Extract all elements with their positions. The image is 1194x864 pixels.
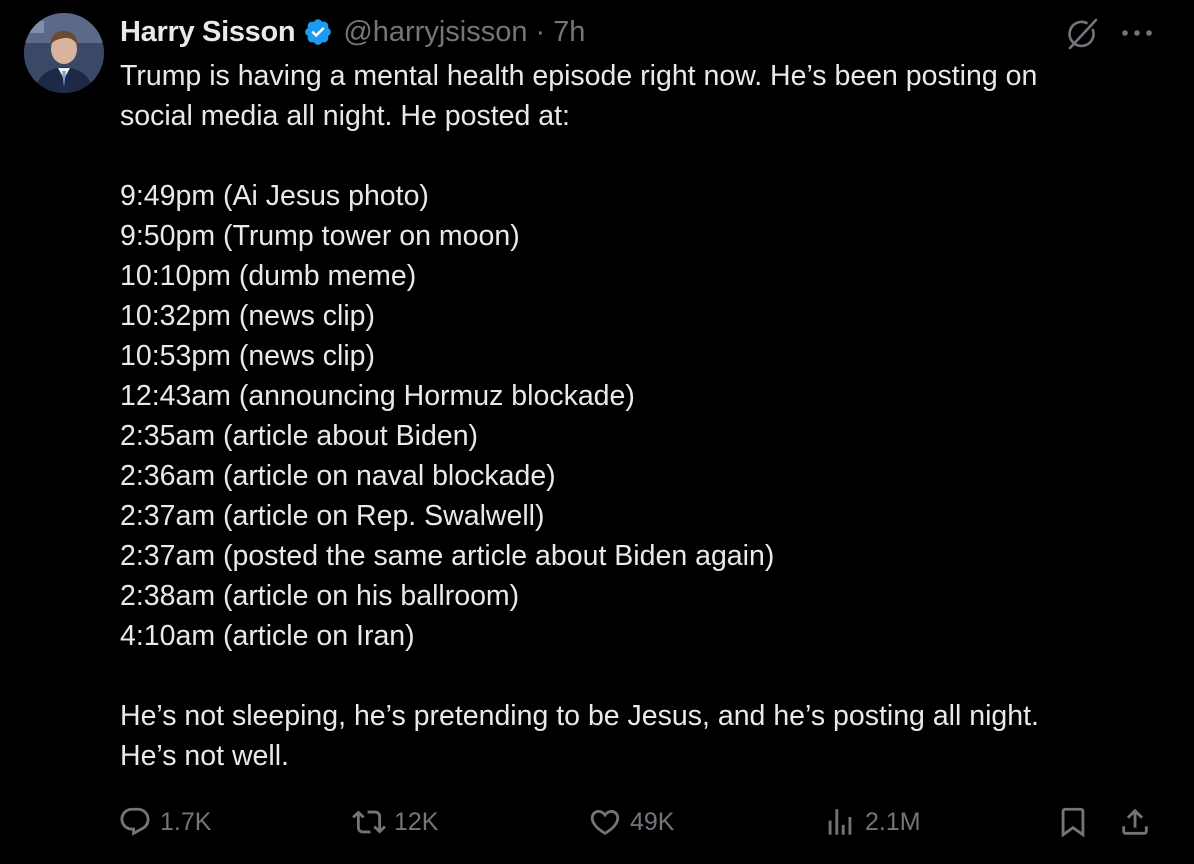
timeline-entry: 9:50pm (Trump tower on moon) xyxy=(120,220,520,252)
author-name[interactable]: Harry Sisson xyxy=(120,16,296,49)
separator-dot: · xyxy=(535,15,546,48)
like-button[interactable]: 49K xyxy=(588,800,674,844)
share-icon xyxy=(1122,808,1148,835)
timeline-entry: 9:49pm (Ai Jesus photo) xyxy=(120,180,429,212)
reply-button[interactable]: 1.7K xyxy=(118,800,211,844)
timeline-entry: 10:10pm (dumb meme) xyxy=(120,260,417,292)
tweet-text-line: social media all night. He posted at: xyxy=(120,100,570,132)
heart-icon xyxy=(590,809,620,835)
views-button[interactable]: 2.1M xyxy=(823,800,921,844)
action-bar: 1.7K 12K 49K 2.1M xyxy=(0,800,1194,844)
timeline-entry: 10:32pm (news clip) xyxy=(120,300,376,332)
tweet: Harry Sisson @harryjsisson · 7h Trump is… xyxy=(0,0,1194,864)
bookmark-icon xyxy=(1061,807,1085,838)
reply-count: 1.7K xyxy=(160,807,212,836)
post-time[interactable]: 7h xyxy=(553,16,585,49)
tweet-text-line: He’s not sleeping, he’s pretending to be… xyxy=(120,700,1039,732)
grok-icon[interactable] xyxy=(1063,15,1101,53)
timeline-entry: 2:37am (article on Rep. Swalwell) xyxy=(120,500,545,532)
tweet-text-line: He’s not well. xyxy=(120,740,289,772)
views-count: 2.1M xyxy=(865,807,921,836)
timeline-entry: 4:10am (article on Iran) xyxy=(120,620,415,652)
repost-count: 12K xyxy=(394,807,439,836)
timeline-entry: 10:53pm (news clip) xyxy=(120,340,376,372)
avatar-photo xyxy=(24,13,104,93)
timeline-entry: 2:35am (article about Biden) xyxy=(120,420,479,452)
tweet-body: Trump is having a mental health episode … xyxy=(120,56,1160,776)
timeline-entry: 2:36am (article on naval blockade) xyxy=(120,460,556,492)
timeline-entry: 12:43am (announcing Hormuz blockade) xyxy=(120,380,635,412)
tweet-text-line: Trump is having a mental health episode … xyxy=(120,60,1038,92)
verified-badge-icon xyxy=(305,19,332,45)
author-handle[interactable]: @harryjsisson xyxy=(343,16,527,49)
like-count: 49K xyxy=(630,807,675,836)
timeline-entry: 2:37am (posted the same article about Bi… xyxy=(120,540,775,572)
reply-icon xyxy=(120,807,150,836)
tweet-header: Harry Sisson @harryjsisson · 7h xyxy=(120,14,585,50)
repost-button[interactable]: 12K xyxy=(352,800,438,844)
bookmark-button[interactable] xyxy=(1056,800,1090,844)
repost-icon xyxy=(352,810,386,834)
timeline-entry: 2:38am (article on his ballroom) xyxy=(120,580,520,612)
views-icon xyxy=(828,809,852,835)
share-button[interactable] xyxy=(1118,800,1152,844)
avatar[interactable] xyxy=(24,13,104,93)
more-icon[interactable] xyxy=(1120,26,1154,40)
